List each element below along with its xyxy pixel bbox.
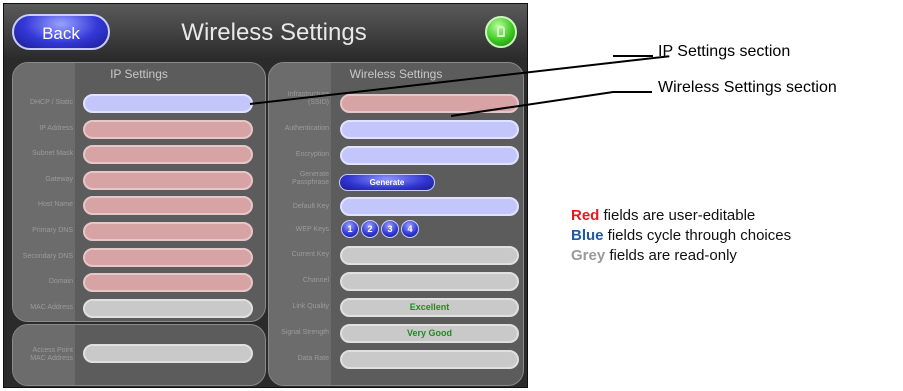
signal-strength-label: Signal Strength	[281, 329, 329, 336]
authentication-field[interactable]	[340, 120, 519, 139]
ip-field-label: DHCP / Static	[29, 99, 73, 106]
color-legend: Red fields are user-editable Blue fields…	[571, 206, 791, 266]
ip-field-label: Domain	[48, 278, 73, 286]
ip-field[interactable]	[83, 196, 253, 216]
default-key-label: Default Key	[292, 203, 329, 210]
lock-icon	[497, 26, 505, 37]
access-point-panel: Access Point MAC Address	[12, 324, 266, 386]
ip-field-label: Gateway	[45, 175, 73, 183]
channel-field	[340, 272, 519, 291]
legend-grey-row: Grey fields are read-only	[571, 246, 791, 266]
channel-label: Channel	[302, 277, 329, 284]
current-key-field	[340, 246, 519, 265]
wep-key-4-button[interactable]: 4	[401, 220, 419, 238]
legend-blue-text: fields cycle through choices	[603, 227, 792, 244]
data-rate-label: Data Rate	[297, 355, 329, 362]
page-title: Wireless Settings	[181, 19, 367, 46]
lock-button[interactable]	[485, 16, 517, 48]
legend-grey-word: Grey	[571, 247, 606, 264]
ip-field-label: Secondary DNS	[22, 252, 73, 260]
ip-field[interactable]	[83, 170, 253, 190]
wep-key-1-button[interactable]: 1	[341, 220, 359, 238]
ip-field[interactable]	[83, 119, 253, 139]
ap-mac-label: Access Point MAC Address	[30, 347, 73, 362]
legend-red-text: fields are user-editable	[599, 207, 756, 224]
link-quality-label: Link Quality	[292, 303, 329, 310]
ip-settings-callout: IP Settings section	[658, 43, 791, 60]
encryption-label: Encryption	[295, 151, 329, 158]
touch-panel-screen: Back Wireless Settings IP Settings DHCP …	[3, 3, 528, 388]
ip-callout-leader	[613, 55, 653, 57]
legend-blue-word: Blue	[571, 227, 604, 244]
title-bar: Back Wireless Settings	[4, 4, 527, 60]
wep-key-2-button[interactable]: 2	[361, 220, 379, 238]
ap-mac-field	[83, 344, 253, 363]
ip-settings-panel: IP Settings DHCP / Static IP Address Subne…	[12, 62, 266, 322]
signal-strength-field: Very Good	[340, 324, 519, 343]
legend-grey-text: fields are read-only	[605, 247, 737, 264]
legend-red-word: Red	[571, 207, 600, 224]
ip-field[interactable]	[83, 222, 253, 241]
generate-passphrase-label: Generate Passphrase	[292, 171, 329, 186]
default-key-field[interactable]	[340, 197, 519, 216]
wireless-callout-leader	[612, 91, 652, 93]
ip-field	[83, 298, 253, 318]
back-button[interactable]: Back	[12, 14, 110, 50]
generate-button[interactable]: Generate	[339, 174, 435, 191]
ip-field[interactable]	[83, 273, 253, 293]
ip-field[interactable]	[83, 94, 253, 113]
ip-field[interactable]	[83, 247, 253, 267]
wireless-settings-title: Wireless Settings	[349, 67, 443, 81]
ip-field-label: Subnet Mask	[32, 150, 73, 158]
encryption-field[interactable]	[340, 146, 519, 165]
data-rate-field	[340, 350, 519, 369]
wireless-settings-callout: Wireless Settings section	[658, 79, 837, 96]
ip-field-label: MAC Address	[30, 303, 73, 311]
link-quality-field: Excellent	[340, 298, 519, 317]
ip-field[interactable]	[83, 145, 253, 165]
ip-field-label: IP Address	[39, 124, 73, 132]
wep-keys-label: WEP Keys	[295, 226, 329, 233]
ip-settings-title: IP Settings	[110, 67, 168, 81]
ip-field-label: Primary DNS	[32, 227, 73, 234]
current-key-label: Current Key	[291, 251, 329, 258]
authentication-label: Authentication	[284, 125, 329, 132]
legend-blue-row: Blue fields cycle through choices	[571, 226, 791, 246]
ip-field-label: Host Name	[37, 201, 73, 209]
wep-key-3-button[interactable]: 3	[381, 220, 399, 238]
legend-red-row: Red fields are user-editable	[571, 206, 791, 226]
